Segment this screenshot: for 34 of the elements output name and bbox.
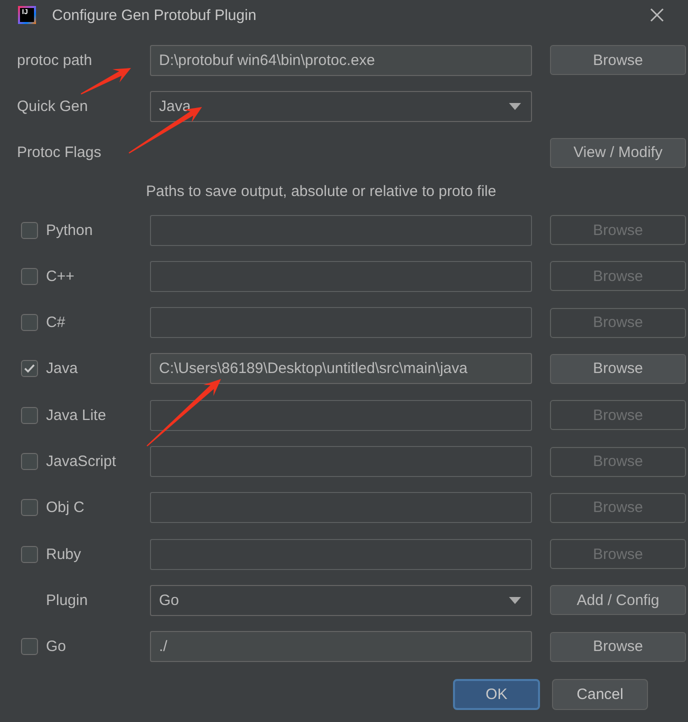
checkmark-icon — [24, 364, 35, 374]
cancel-button[interactable]: Cancel — [552, 678, 648, 710]
language-label: C# — [46, 314, 66, 332]
language-label: Java — [46, 360, 78, 378]
add-config-button[interactable]: Add / Config — [550, 585, 686, 616]
language-label: Go — [46, 638, 66, 656]
language-label: Python — [46, 222, 93, 239]
checkbox[interactable] — [21, 638, 38, 656]
caret-icon — [509, 102, 521, 110]
view-modify-button[interactable]: View / Modify — [550, 138, 686, 168]
language-label: JavaScript — [46, 453, 116, 470]
hint-text: Paths to save output, absolute or relative to proto file — [146, 182, 498, 200]
output-path-field[interactable]: ./ — [150, 631, 532, 662]
language-label: Obj C — [46, 499, 84, 516]
caret-icon — [509, 596, 521, 604]
language-label: Java Lite — [46, 406, 106, 424]
dropdown[interactable]: Java — [150, 90, 532, 122]
setting-label: protoc path — [17, 52, 92, 69]
browse-button[interactable]: Browse — [550, 632, 686, 662]
path-field[interactable]: D:\protobuf win64\bin\protoc.exe — [150, 44, 532, 76]
window-title: Configure Gen Protobuf Plugin — [52, 6, 258, 24]
annotation-arrow — [80, 68, 131, 94]
browse-button[interactable]: Browse — [550, 45, 686, 76]
checkbox[interactable] — [21, 360, 38, 378]
setting-label: Quick Gen — [17, 98, 88, 115]
plugin-dropdown[interactable]: Go — [150, 584, 532, 616]
language-label: Ruby — [46, 546, 82, 563]
ok-button[interactable]: OK — [453, 678, 540, 710]
setting-label: Protoc Flags — [17, 144, 102, 162]
close-icon[interactable] — [650, 8, 664, 22]
browse-button[interactable]: Browse — [550, 354, 686, 384]
language-label: C++ — [46, 268, 74, 285]
plugin-label: Plugin — [46, 592, 88, 609]
output-path-field[interactable]: C:\Users\86189\Desktop\untitled\src\main\java — [150, 353, 532, 384]
